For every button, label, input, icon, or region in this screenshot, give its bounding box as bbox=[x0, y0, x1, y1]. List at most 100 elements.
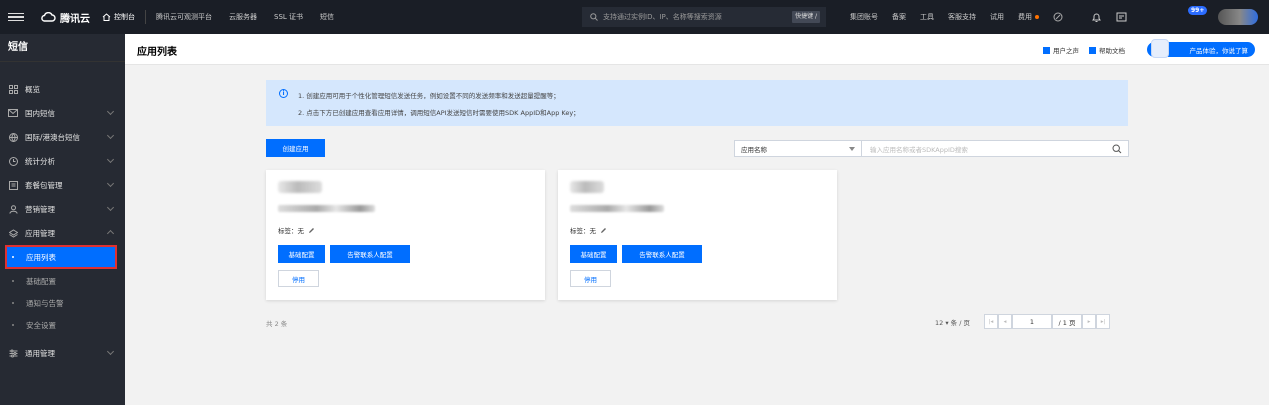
brand-name: 腾讯云 bbox=[60, 13, 90, 25]
mail-icon bbox=[8, 108, 18, 118]
avatar[interactable] bbox=[1218, 9, 1258, 25]
sidebar-item-label: 国际/港澳台短信 bbox=[25, 132, 81, 142]
cloud-icon bbox=[41, 12, 56, 22]
sidebar-item-label: 通用管理 bbox=[25, 348, 55, 358]
sidebar-subitem-security[interactable]: 安全设置 bbox=[0, 314, 125, 336]
ticket-icon[interactable] bbox=[1116, 12, 1127, 22]
support-link[interactable]: 客服支持 bbox=[948, 12, 976, 22]
app-card[interactable]: 标签：无 基础配置 告警联系人配置 停用 bbox=[266, 170, 545, 300]
notification-badge: 99+ bbox=[1188, 6, 1208, 15]
brand-logo[interactable]: 腾讯云 bbox=[40, 10, 90, 25]
search-input-placeholder: 输入应用名称或者SDKAppID搜索 bbox=[870, 145, 968, 154]
promo-label: 产品体验，你说了算 bbox=[1189, 46, 1249, 55]
app-tag: 标签：无 bbox=[278, 225, 315, 235]
user-voice-link[interactable]: 用户之声 bbox=[1043, 45, 1079, 55]
sidebar-item-label: 应用管理 bbox=[25, 228, 55, 238]
doc-icon bbox=[1089, 46, 1096, 54]
app-id-redacted bbox=[570, 205, 664, 212]
basic-config-button[interactable]: 基础配置 bbox=[570, 245, 617, 263]
tag-label: 标签：无 bbox=[570, 227, 596, 235]
user-voice-label: 用户之声 bbox=[1053, 47, 1079, 55]
divider bbox=[145, 10, 146, 24]
basic-config-button[interactable]: 基础配置 bbox=[278, 245, 325, 263]
tag-label: 标签：无 bbox=[278, 227, 304, 235]
billing-label: 费用 bbox=[1018, 13, 1032, 21]
sidebar-item-intl-sms[interactable]: 国际/港澳台短信 bbox=[0, 125, 125, 149]
sidebar-item-package[interactable]: 套餐包管理 bbox=[0, 173, 125, 197]
chevron-down-icon bbox=[106, 131, 115, 140]
settings-icon bbox=[8, 348, 18, 358]
app-name-redacted bbox=[278, 181, 322, 193]
sidebar-title: 短信 bbox=[0, 34, 125, 62]
search-icon bbox=[590, 13, 598, 21]
page-title: 应用列表 bbox=[137, 47, 177, 58]
survey-icon bbox=[1151, 39, 1169, 58]
last-page-icon[interactable]: ▸| bbox=[1096, 314, 1110, 329]
menu-icon[interactable] bbox=[8, 12, 24, 22]
app-tag: 标签：无 bbox=[570, 225, 607, 235]
page-size-select[interactable]: 12 ▾ 条 / 页 bbox=[935, 317, 970, 327]
sidebar-item-overview[interactable]: 概览 bbox=[0, 77, 125, 101]
sidebar-item-statistics[interactable]: 统计分析 bbox=[0, 149, 125, 173]
app-id-redacted bbox=[278, 205, 375, 212]
trial-link[interactable]: 试用 bbox=[990, 12, 1004, 22]
compass-icon[interactable] bbox=[1053, 12, 1063, 22]
main-content: i 1. 创建应用可用于个性化管理短信发送任务，例如设置不同的发送频率和发送超量… bbox=[125, 65, 1269, 405]
global-search[interactable]: 支持通过实例ID、IP、名称等搜索资源 快捷键 / bbox=[582, 7, 826, 27]
sidebar-subitem-basic-config[interactable]: 基础配置 bbox=[0, 270, 125, 292]
icp-link[interactable]: 备案 bbox=[892, 12, 906, 22]
nav-sms[interactable]: 短信 bbox=[320, 12, 334, 22]
page-total: / 1 页 bbox=[1052, 314, 1082, 329]
group-account-link[interactable]: 集团账号 bbox=[850, 12, 878, 22]
nav-monitor[interactable]: 腾讯云可观测平台 bbox=[156, 12, 212, 22]
sidebar-subitem-app-list[interactable]: 应用列表 bbox=[5, 245, 117, 269]
bell-icon[interactable] bbox=[1091, 12, 1102, 23]
pagination: 12 ▾ 条 / 页 |◂ ◂ 1 / 1 页 ▸ ▸| bbox=[935, 314, 1110, 329]
notice-line-1: 1. 创建应用可用于个性化管理短信发送任务，例如设置不同的发送频率和发送超量提醒… bbox=[298, 92, 560, 100]
help-doc-link[interactable]: 帮助文档 bbox=[1089, 45, 1125, 55]
billing-link[interactable]: 费用 bbox=[1018, 12, 1039, 22]
sidebar-subitem-label: 通知与告警 bbox=[26, 298, 64, 308]
search-input[interactable]: 输入应用名称或者SDKAppID搜索 bbox=[862, 140, 1129, 157]
sidebar-subitem-alerts[interactable]: 通知与告警 bbox=[0, 292, 125, 314]
search-icon[interactable] bbox=[1112, 144, 1122, 154]
globe-icon bbox=[8, 132, 18, 142]
edit-icon[interactable] bbox=[308, 227, 315, 234]
home-icon bbox=[102, 13, 111, 21]
sidebar-subitem-label: 安全设置 bbox=[26, 320, 56, 330]
sidebar-item-general[interactable]: 通用管理 bbox=[0, 341, 125, 365]
app-name-redacted bbox=[570, 181, 604, 193]
top-navbar: 腾讯云 控制台 腾讯云可观测平台 云服务器 SSL 证书 短信 支持通过实例ID… bbox=[0, 0, 1269, 34]
console-link[interactable]: 控制台 bbox=[102, 12, 135, 22]
next-page-icon[interactable]: ▸ bbox=[1082, 314, 1096, 329]
feedback-promo-button[interactable]: 产品体验，你说了算 bbox=[1147, 39, 1255, 58]
sidebar-item-marketing[interactable]: 营销管理 bbox=[0, 197, 125, 221]
alarm-contact-button[interactable]: 告警联系人配置 bbox=[330, 245, 410, 263]
console-label: 控制台 bbox=[114, 13, 135, 21]
nav-ssl[interactable]: SSL 证书 bbox=[274, 12, 303, 22]
package-icon bbox=[8, 180, 18, 190]
create-app-button[interactable]: 创建应用 bbox=[266, 139, 325, 157]
help-doc-label: 帮助文档 bbox=[1099, 47, 1125, 55]
sidebar-item-domestic-sms[interactable]: 国内短信 bbox=[0, 101, 125, 125]
chevron-down-icon bbox=[106, 107, 115, 116]
chevron-down-icon bbox=[106, 179, 115, 188]
tools-link[interactable]: 工具 bbox=[920, 12, 934, 22]
top-nav: 腾讯云可观测平台 云服务器 SSL 证书 短信 bbox=[156, 12, 334, 22]
page-input[interactable]: 1 bbox=[1012, 314, 1052, 329]
feedback-icon bbox=[1043, 46, 1050, 54]
disable-button[interactable]: 停用 bbox=[570, 270, 611, 287]
billing-dot bbox=[1035, 15, 1039, 19]
prev-page-icon[interactable]: ◂ bbox=[998, 314, 1012, 329]
sidebar: 短信 概览 国内短信 国际/港澳台短信 统计分析 套餐包管理 营销管理 应用管理… bbox=[0, 34, 125, 405]
notice-line-2: 2. 点击下方已创建应用查看应用详情，调用短信API发送短信时需要使用SDK A… bbox=[298, 109, 580, 117]
edit-icon[interactable] bbox=[600, 227, 607, 234]
sidebar-subitem-label: 应用列表 bbox=[26, 252, 56, 262]
nav-cvm[interactable]: 云服务器 bbox=[229, 12, 257, 22]
sidebar-item-app-management[interactable]: 应用管理 bbox=[0, 221, 125, 245]
first-page-icon[interactable]: |◂ bbox=[984, 314, 998, 329]
filter-field-select[interactable]: 应用名称 bbox=[734, 140, 862, 157]
app-card[interactable]: 标签：无 基础配置 告警联系人配置 停用 bbox=[558, 170, 837, 300]
alarm-contact-button[interactable]: 告警联系人配置 bbox=[622, 245, 702, 263]
disable-button[interactable]: 停用 bbox=[278, 270, 319, 287]
